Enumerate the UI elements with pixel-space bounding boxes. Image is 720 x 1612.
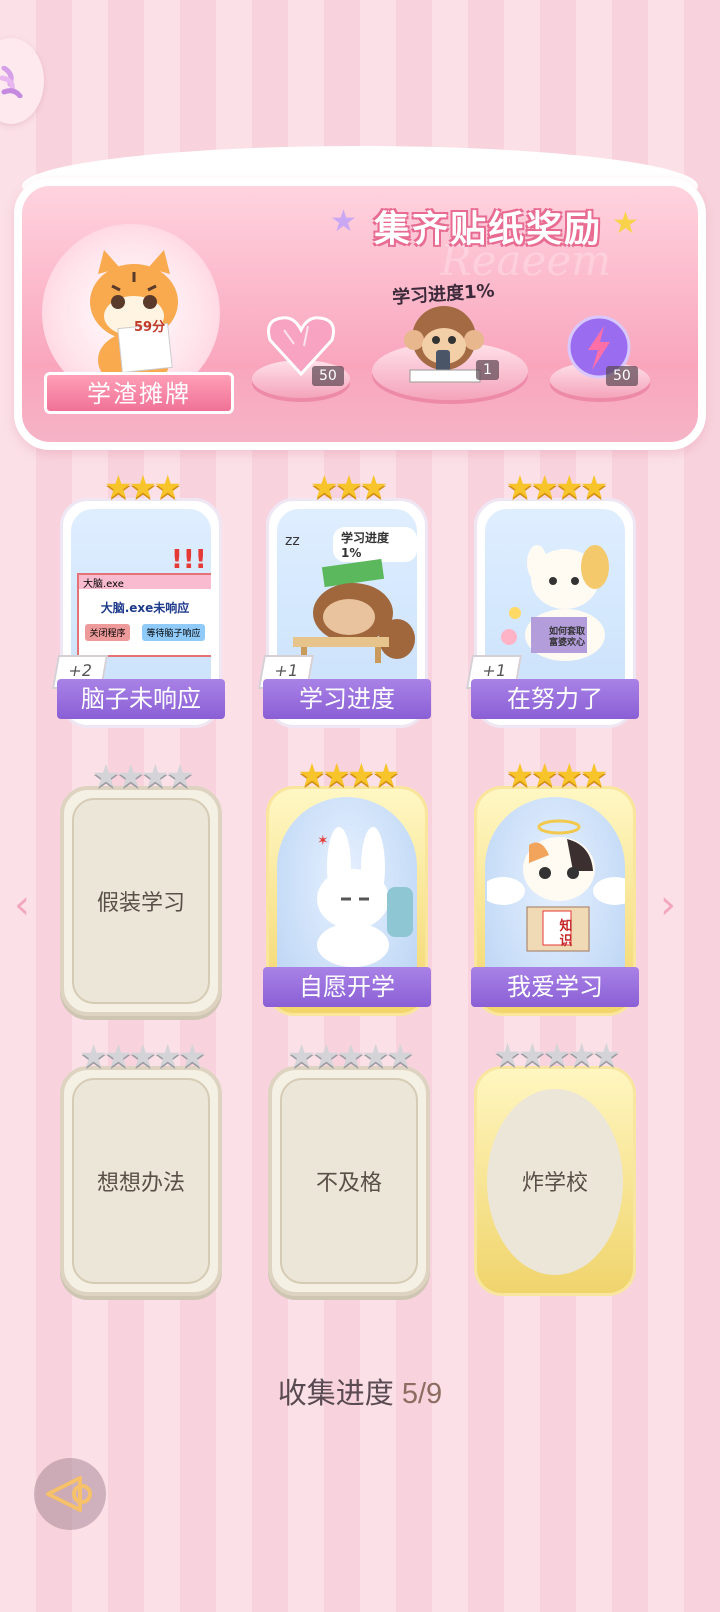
sticker-card-locked[interactable]: ★★★★★ 不及格	[268, 1038, 430, 1296]
star-rating: ★★★★	[505, 468, 609, 506]
svg-text:✶: ✶	[317, 833, 329, 849]
reward-count: 1	[476, 360, 499, 380]
sticker-card-locked[interactable]: ★★★★ 假装学习	[60, 758, 222, 1016]
reward-count: 50	[312, 366, 344, 386]
card-name: 想想办法	[96, 1171, 185, 1196]
next-page-icon[interactable]: ›	[660, 882, 676, 928]
progress-value: 5/9	[401, 1378, 443, 1410]
card-name: 在努力了	[471, 679, 639, 719]
star-rating: ★★★★★	[287, 1037, 414, 1075]
star-rating: ★★★★	[91, 757, 195, 795]
card-name: 不及格	[315, 1171, 382, 1196]
book-text: 知识	[559, 919, 573, 949]
star-rating: ★★★★★	[493, 1036, 620, 1074]
banner-title: 集齐贴纸奖励	[374, 208, 603, 249]
sticker-card[interactable]: ★★★ 学习进度1% zz +1 学习进度	[258, 469, 431, 728]
star-rating: ★★★	[103, 468, 182, 506]
prev-page-icon[interactable]: ‹	[14, 882, 30, 928]
window-title: 大脑.exe	[79, 575, 211, 590]
card-name: 炸学校	[521, 1171, 588, 1196]
star-icon: ★	[612, 206, 639, 241]
sticker-card[interactable]: ★★★★ 如何套取富婆欢心 +1 在努力了	[466, 469, 639, 728]
card-name: 我爱学习	[471, 967, 639, 1007]
star-rating: ★★★★	[505, 756, 609, 794]
sloth-icon	[293, 559, 415, 663]
sticker-card[interactable]: ★★★★ ✶ 自愿开学	[263, 757, 431, 1016]
star-rating: ★★★	[309, 468, 388, 506]
score-text: 59分	[134, 320, 166, 335]
window-text: 大脑.exe未响应	[100, 601, 190, 615]
book-text: 如何套取富婆欢心	[548, 627, 585, 648]
card-name: 脑子未响应	[57, 679, 225, 719]
sticker-card[interactable]: ★★★ !!! 大脑.exe 大脑.exe未响应 关闭程序 等待脑子响应 +2 …	[52, 469, 225, 728]
exclaim-icon: !!!	[171, 545, 207, 575]
reward-count: 50	[606, 366, 638, 386]
star-rating: ★★★★★	[79, 1037, 206, 1075]
sleep-icon: zz	[285, 533, 300, 549]
error-window: 大脑.exe 大脑.exe未响应 关闭程序 等待脑子响应	[77, 573, 211, 657]
sticker-card[interactable]: ★★★★ 知识 我爱学习	[471, 757, 639, 1016]
card-name: 学习进度	[263, 679, 431, 719]
sticker-card-locked[interactable]: ★★★★★ 想想办法	[60, 1038, 222, 1296]
speech-bubble: 学习进度1%	[333, 527, 417, 562]
art-button: 等待脑子响应	[142, 624, 205, 641]
back-arrow-icon	[46, 1476, 92, 1512]
star-icon: ★	[330, 204, 357, 239]
mascot-label: 学渣摊牌	[44, 372, 234, 414]
card-name: 假装学习	[96, 891, 185, 916]
petal-icon	[0, 66, 23, 98]
menu-button[interactable]	[0, 38, 44, 124]
art-button: 关闭程序	[85, 624, 130, 641]
back-button[interactable]	[34, 1458, 106, 1530]
sticker-card-locked[interactable]: ★★★★★ 炸学校	[474, 1037, 636, 1296]
collection-progress: 收集进度 5/9	[0, 1370, 720, 1412]
progress-label: 收集进度	[277, 1378, 394, 1410]
rabbit-icon: ✶	[317, 827, 413, 967]
star-rating: ★★★★	[297, 756, 401, 794]
card-name: 自愿开学	[263, 967, 431, 1007]
